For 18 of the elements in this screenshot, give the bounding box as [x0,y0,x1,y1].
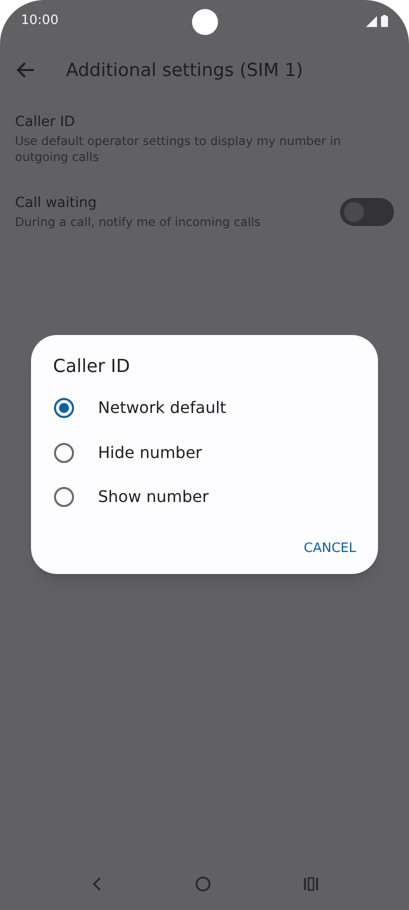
page-title: Additional settings (SIM 1) [66,58,304,82]
home-nav-icon[interactable] [194,876,210,892]
back-nav-icon[interactable] [90,876,102,892]
toggle-switch[interactable] [340,198,394,226]
radio-button[interactable] [54,442,74,463]
back-arrow-icon[interactable] [16,60,36,80]
signal-icon [366,16,377,26]
dialog-title: Caller ID [52,355,131,379]
camera-cutout [192,9,218,35]
option-label[interactable]: Network default [98,396,226,420]
radio-button[interactable] [54,398,74,418]
recents-nav-icon[interactable] [302,876,318,892]
radio-button[interactable] [54,487,74,508]
cancel-button[interactable]: CANCEL [302,538,358,558]
battery-icon [381,15,388,27]
option-label[interactable]: Hide number [98,440,202,465]
option-label[interactable]: Show number [98,485,209,510]
status-time: 10:00 [21,12,58,30]
